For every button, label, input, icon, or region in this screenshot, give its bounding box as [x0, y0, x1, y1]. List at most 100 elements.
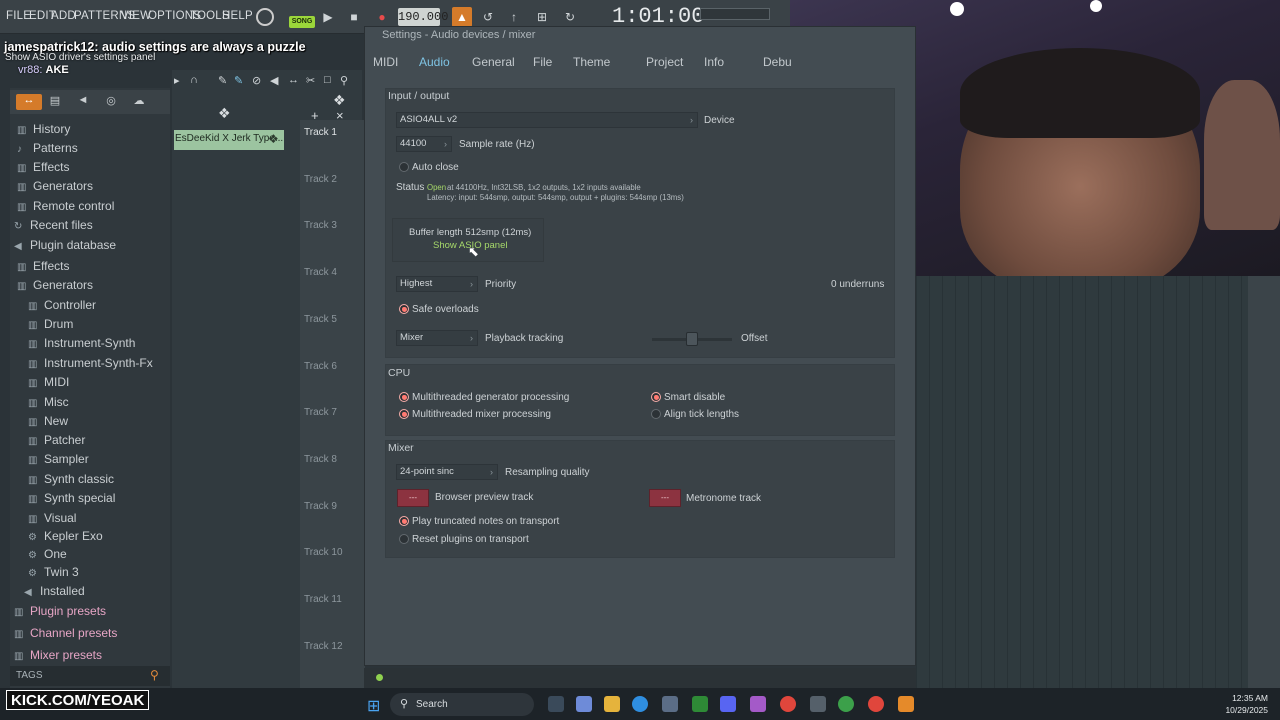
record-icon[interactable]: ● [372, 7, 392, 27]
track-label[interactable]: Track 1 [304, 127, 337, 138]
fl-studio-icon[interactable] [898, 696, 914, 712]
track-label[interactable]: Track 6 [304, 361, 337, 372]
track-label[interactable]: Track 3 [304, 220, 337, 231]
browser-item[interactable]: ▥ Patcher [28, 433, 85, 447]
browser-item[interactable]: ▥ Instrument-Synth [28, 336, 135, 350]
browser-item[interactable]: ▥ Generators [17, 179, 93, 193]
priority-select[interactable]: Highest [396, 276, 478, 292]
reset-plugins-radio[interactable] [399, 534, 409, 544]
browser-item[interactable]: ▥ Effects [17, 160, 69, 174]
magnet-icon[interactable]: ∩ [190, 74, 198, 86]
store-icon[interactable] [662, 696, 678, 712]
master-volume-knob[interactable] [256, 8, 274, 26]
chrome-icon[interactable] [780, 696, 796, 712]
countdown-icon[interactable]: ↑ [504, 7, 524, 27]
chrome-icon-2[interactable] [868, 696, 884, 712]
tab-theme[interactable]: Theme [573, 55, 610, 69]
safe-overloads-radio[interactable] [399, 304, 409, 314]
xbox-icon[interactable] [692, 696, 708, 712]
file-explorer-icon[interactable] [604, 696, 620, 712]
pattern-song-toggle[interactable]: SONG [289, 16, 315, 28]
browser-item[interactable]: ▥ Drum [28, 317, 73, 331]
slip-icon[interactable]: ↔ [288, 74, 299, 86]
browser-item[interactable]: ▥ History [17, 122, 70, 136]
align-tick-radio[interactable] [651, 409, 661, 419]
tempo-display[interactable]: 190.000 [398, 8, 448, 26]
track-label[interactable]: Track 9 [304, 501, 337, 512]
file-tab-icon[interactable]: ▤ [46, 94, 64, 110]
browser-item[interactable]: ▥ New [28, 414, 68, 428]
multithreaded-mixer-radio[interactable] [399, 409, 409, 419]
track-label[interactable]: Track 12 [304, 641, 343, 652]
app-icon[interactable] [810, 696, 826, 712]
track-label[interactable]: Track 8 [304, 454, 337, 465]
browser-item[interactable]: ▥ Synth special [28, 491, 115, 505]
arrow-icon[interactable]: ▸ [174, 74, 180, 87]
browser-track-select[interactable]: --- [397, 489, 429, 507]
speaker-tab-icon[interactable]: ◄ [74, 94, 92, 110]
zoom-icon[interactable]: ⚲ [340, 74, 348, 87]
paint-icon[interactable]: ✎ [234, 74, 243, 87]
tab-midi[interactable]: MIDI [373, 55, 398, 69]
slice-icon[interactable]: ✂ [306, 74, 315, 87]
track-label[interactable]: Track 7 [304, 407, 337, 418]
track-label[interactable]: Track 10 [304, 547, 343, 558]
taskbar-clock[interactable]: 12:35 AM 10/29/2025 [1220, 692, 1268, 716]
task-view-icon[interactable] [548, 696, 564, 712]
browser-item[interactable]: ▥ Misc [28, 395, 69, 409]
mute-icon[interactable]: ◀ [270, 74, 278, 87]
tab-file[interactable]: File [533, 55, 552, 69]
tab-general[interactable]: General [472, 55, 515, 69]
cloud-tab-icon[interactable]: ☁ [130, 94, 148, 110]
pencil-icon[interactable]: ✎ [218, 74, 227, 87]
resampling-select[interactable]: 24-point sinc [396, 464, 498, 480]
play-truncated-radio[interactable] [399, 516, 409, 526]
obs-icon[interactable] [750, 696, 766, 712]
browser-item[interactable]: ▥ Effects [17, 259, 69, 273]
metronome-icon[interactable]: ▲ [452, 7, 472, 27]
tracking-select[interactable]: Mixer [396, 330, 478, 346]
tab-project[interactable]: Project [646, 55, 683, 69]
browser-item[interactable]: ▥ Generators [17, 278, 93, 292]
track-label[interactable]: Track 2 [304, 174, 337, 185]
browser-item[interactable]: ▥ MIDI [28, 375, 69, 389]
taskbar-search[interactable] [390, 693, 534, 716]
play-icon[interactable]: ▶ [318, 7, 338, 27]
browser-item[interactable]: ▥ Plugin presets [14, 604, 106, 618]
swing-icon[interactable]: ❖ [218, 105, 231, 122]
browser-item[interactable]: ⚙ Kepler Exo [28, 529, 103, 543]
browser-item[interactable]: ⚙ One [28, 547, 67, 561]
menu-view[interactable]: VIEW [121, 10, 151, 22]
track-label[interactable]: Track 4 [304, 267, 337, 278]
metronome-track-select[interactable]: --- [649, 489, 681, 507]
wait-record-icon[interactable]: ↺ [478, 7, 498, 27]
browser-item[interactable]: ▥ Synth classic [28, 472, 114, 486]
search-icon[interactable]: ⚲ [150, 668, 159, 682]
browser-item[interactable]: ↻ Recent files [14, 218, 93, 232]
browser-item[interactable]: ▥ Mixer presets [14, 648, 102, 662]
multithreaded-generator-radio[interactable] [399, 392, 409, 402]
windows-start-icon[interactable]: ⊞ [367, 696, 380, 716]
globe-tab-icon[interactable]: ◎ [102, 94, 120, 110]
device-select[interactable]: ASIO4ALL v2 [396, 112, 698, 128]
browser-item[interactable]: ▥ Channel presets [14, 626, 117, 640]
offset-slider-knob[interactable] [686, 332, 698, 346]
playlist-grid[interactable] [916, 276, 1248, 688]
browser-item[interactable]: ◀ Installed [24, 584, 85, 598]
auto-close-radio[interactable] [399, 162, 409, 172]
browser-item[interactable]: ◀ Plugin database [14, 238, 116, 252]
select-icon[interactable]: □ [324, 74, 331, 86]
tab-debug[interactable]: Debu [763, 55, 792, 69]
browser-item[interactable]: ♪ Patterns [17, 141, 78, 155]
picker-icon[interactable]: ❖ [333, 92, 346, 109]
channel-drag-icon[interactable]: ❖ [268, 132, 279, 146]
chrome-profile-icon[interactable] [838, 696, 854, 712]
edge-icon[interactable] [632, 696, 648, 712]
tab-audio[interactable]: Audio [419, 55, 450, 69]
browser-item[interactable]: ⚙ Twin 3 [28, 565, 79, 579]
browser-item[interactable]: ▥ Visual [28, 511, 76, 525]
menu-add[interactable]: ADD [51, 10, 76, 22]
browser-item[interactable]: ▥ Remote control [17, 199, 114, 213]
stop-icon[interactable]: ■ [344, 7, 364, 27]
loop-record-icon[interactable]: ↻ [560, 7, 580, 27]
